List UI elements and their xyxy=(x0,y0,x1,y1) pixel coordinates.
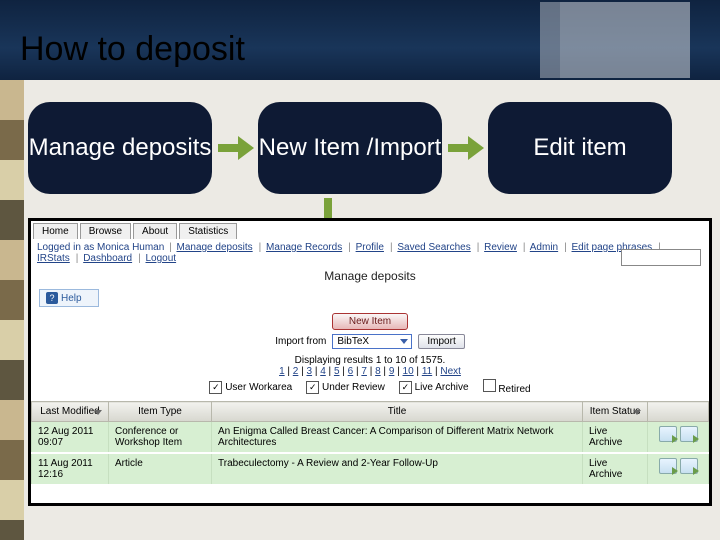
pager-page[interactable]: 5 xyxy=(334,366,340,377)
screenshot-panel: Home Browse About Statistics Logged in a… xyxy=(28,218,712,506)
filter-label: Under Review xyxy=(322,382,385,393)
pager-page[interactable]: 10 xyxy=(403,366,414,377)
nav-admin[interactable]: Admin xyxy=(530,242,558,253)
tab-home[interactable]: Home xyxy=(33,223,78,239)
page-heading: Manage deposits xyxy=(31,269,709,283)
step-new-item-import: New Item /Import xyxy=(258,102,442,194)
cell-modified: 11 Aug 2011 12:16 xyxy=(32,453,109,485)
nav-irstats[interactable]: IRStats xyxy=(37,253,70,264)
nav-profile[interactable]: Profile xyxy=(356,242,384,253)
deposits-table: Last Modified Item Type Title Item Statu… xyxy=(31,401,709,486)
nav-dashboard[interactable]: Dashboard xyxy=(83,253,132,264)
edit-icon[interactable] xyxy=(680,426,698,442)
filter-label: Retired xyxy=(498,384,530,395)
arrow-right-icon xyxy=(442,133,488,163)
filter-label: Live Archive xyxy=(415,382,469,393)
nav-manage-deposits[interactable]: Manage deposits xyxy=(176,242,252,253)
col-item-type[interactable]: Item Type xyxy=(109,402,212,422)
new-item-button[interactable]: New Item xyxy=(332,313,408,330)
view-icon[interactable] xyxy=(659,426,677,442)
help-label: Help xyxy=(61,293,82,304)
help-icon: ? xyxy=(46,292,58,304)
tab-browse[interactable]: Browse xyxy=(80,223,131,239)
banner-decor xyxy=(540,2,690,78)
help-button[interactable]: ? Help xyxy=(39,289,99,307)
checkbox-under-review[interactable]: ✓ xyxy=(306,381,319,394)
pager-page[interactable]: 6 xyxy=(348,366,354,377)
table-row: 12 Aug 2011 09:07 Conference or Workshop… xyxy=(32,422,709,454)
table-row: 11 Aug 2011 12:16 Article Trabeculectomy… xyxy=(32,453,709,485)
pager-page[interactable]: 1 xyxy=(279,366,285,377)
cell-type: Article xyxy=(109,453,212,485)
checkbox-user-workarea[interactable]: ✓ xyxy=(209,381,222,394)
edit-icon[interactable] xyxy=(680,458,698,474)
col-title[interactable]: Title xyxy=(212,402,583,422)
pager-page[interactable]: 3 xyxy=(307,366,313,377)
tab-statistics[interactable]: Statistics xyxy=(179,223,237,239)
user-nav: Logged in as Monica Human | Manage depos… xyxy=(31,239,709,267)
step-manage-deposits: Manage deposits xyxy=(28,102,212,194)
slide-title: How to deposit xyxy=(20,30,245,69)
nav-manage-records[interactable]: Manage Records xyxy=(266,242,342,253)
col-actions xyxy=(648,402,709,422)
cell-actions xyxy=(648,422,709,454)
import-format-select[interactable]: BibTeX xyxy=(332,334,412,349)
pager-page[interactable]: 9 xyxy=(389,366,395,377)
checkbox-retired[interactable] xyxy=(483,379,496,392)
pager-page[interactable]: 11 xyxy=(422,366,432,377)
pager-page[interactable]: 4 xyxy=(320,366,326,377)
pager-next[interactable]: Next xyxy=(440,366,461,377)
logged-in-as: Logged in as Monica Human xyxy=(37,242,164,253)
checkbox-live-archive[interactable]: ✓ xyxy=(399,381,412,394)
cell-status: Live Archive xyxy=(583,422,648,454)
cell-title: An Enigma Called Breast Cancer: A Compar… xyxy=(212,422,583,454)
pager-page[interactable]: 2 xyxy=(293,366,299,377)
pager-summary: Displaying results 1 to 10 of 1575. xyxy=(31,355,709,366)
pager-page[interactable]: 8 xyxy=(375,366,381,377)
status-filters: ✓ User Workarea ✓ Under Review ✓ Live Ar… xyxy=(31,379,709,395)
cell-title: Trabeculectomy - A Review and 2-Year Fol… xyxy=(212,453,583,485)
cell-actions xyxy=(648,453,709,485)
col-item-status[interactable]: Item Status xyxy=(583,402,648,422)
arrow-right-icon xyxy=(212,133,258,163)
cell-status: Live Archive xyxy=(583,453,648,485)
nav-logout[interactable]: Logout xyxy=(146,253,177,264)
import-row: Import from BibTeX Import xyxy=(31,334,709,349)
pager: Displaying results 1 to 10 of 1575. 1 | … xyxy=(31,355,709,377)
top-tabs: Home Browse About Statistics xyxy=(31,221,709,239)
left-decor-strip xyxy=(0,80,24,540)
step-row: Manage deposits New Item /Import Edit it… xyxy=(28,98,710,198)
filter-label: User Workarea xyxy=(225,382,292,393)
import-label: Import from xyxy=(275,336,326,347)
cell-modified: 12 Aug 2011 09:07 xyxy=(32,422,109,454)
nav-saved-searches[interactable]: Saved Searches xyxy=(397,242,470,253)
col-last-modified[interactable]: Last Modified xyxy=(32,402,109,422)
import-button[interactable]: Import xyxy=(418,334,464,349)
nav-review[interactable]: Review xyxy=(484,242,517,253)
view-icon[interactable] xyxy=(659,458,677,474)
pager-page[interactable]: 7 xyxy=(361,366,367,377)
search-input[interactable] xyxy=(621,249,701,266)
step-edit-item: Edit item xyxy=(488,102,672,194)
tab-about[interactable]: About xyxy=(133,223,177,239)
cell-type: Conference or Workshop Item xyxy=(109,422,212,454)
